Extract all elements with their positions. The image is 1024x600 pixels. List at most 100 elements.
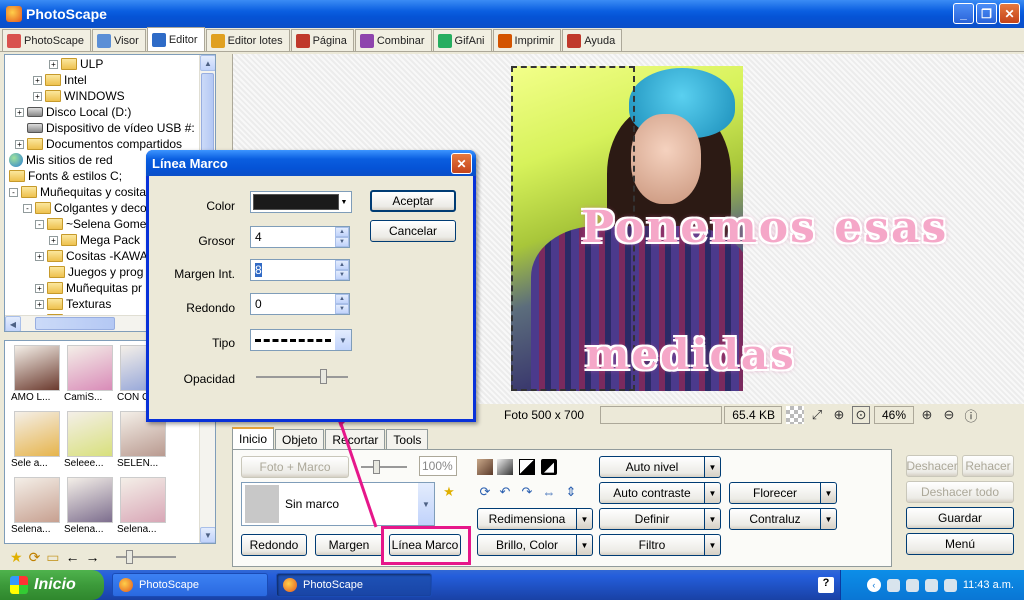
back-arrow-icon[interactable]: ← xyxy=(66,549,80,565)
rotate-icon[interactable]: ⟳ xyxy=(477,484,493,500)
tab-combinar[interactable]: Combinar xyxy=(354,29,432,51)
flip-vertical-icon[interactable]: ⇕ xyxy=(563,484,579,500)
tree-item[interactable]: + Muñequitas pr xyxy=(35,280,142,296)
start-button[interactable]: Inicio xyxy=(0,570,104,600)
chevron-down-icon[interactable]: ▼ xyxy=(705,508,721,530)
redondo-button[interactable]: Redondo xyxy=(241,534,307,556)
grosor-spinner[interactable]: 4 ▲ ▼ xyxy=(250,226,350,248)
chevron-down-icon[interactable]: ▼ xyxy=(705,456,721,478)
chevron-down-icon[interactable]: ▼ xyxy=(821,508,837,530)
chevron-down-icon[interactable]: ▼ xyxy=(418,483,434,525)
tree-item[interactable]: + ULP xyxy=(49,56,103,72)
folder-open-icon[interactable]: ▭ xyxy=(46,549,59,566)
taskbar-item-photoscape-1[interactable]: PhotoScape xyxy=(112,573,268,597)
chevron-down-icon[interactable]: ▼ xyxy=(821,482,837,504)
tree-item[interactable]: + Disco Local (D:) xyxy=(15,104,131,120)
spin-down-icon[interactable]: ▼ xyxy=(335,237,349,247)
scroll-thumb-h[interactable] xyxy=(35,317,115,330)
rotate-right-icon[interactable]: ↷ xyxy=(519,484,535,500)
tree-item[interactable]: - Muñequitas y cositas xyxy=(9,184,152,200)
spin-up-icon[interactable]: ▲ xyxy=(335,294,349,304)
star-icon[interactable]: ★ xyxy=(10,549,23,566)
black-white-icon[interactable] xyxy=(519,459,535,475)
spin-up-icon[interactable]: ▲ xyxy=(335,260,349,270)
brillo-color-dropdown[interactable]: Brillo, Color ▼ xyxy=(477,534,593,556)
tree-item[interactable]: + Intel xyxy=(33,72,87,88)
expand-icon[interactable]: + xyxy=(49,235,58,245)
menu-button[interactable]: Menú xyxy=(906,533,1014,555)
tree-item[interactable]: - ~Selena Gome xyxy=(35,216,146,232)
chevron-down-icon[interactable]: ▼ xyxy=(705,534,721,556)
expand-icon[interactable]: + xyxy=(15,107,24,117)
frame-zoom-value[interactable]: 100% xyxy=(419,456,457,476)
volume-icon[interactable] xyxy=(905,578,919,592)
collapse-icon[interactable]: - xyxy=(23,203,32,213)
margen-button[interactable]: Margen xyxy=(315,534,383,556)
margen-int-spinner[interactable]: 8 ▲ ▼ xyxy=(250,259,350,281)
editor-tab-inicio[interactable]: Inicio xyxy=(232,427,275,449)
thumbnail-item[interactable]: CamiS... xyxy=(64,345,116,405)
rotate-left-icon[interactable]: ↶ xyxy=(497,484,513,500)
tab-editor-lotes[interactable]: Editor lotes xyxy=(205,29,290,51)
auto-nivel-dropdown[interactable]: Auto nivel ▼ xyxy=(599,456,721,478)
thumbnail-item[interactable]: Selena... xyxy=(11,477,63,537)
tab-photoscape[interactable]: PhotoScape xyxy=(2,29,91,51)
redondo-value[interactable]: 0 xyxy=(251,297,335,311)
zoom-in-icon[interactable]: ⊕ xyxy=(918,406,936,424)
antivirus-icon[interactable] xyxy=(943,578,957,592)
color-picker[interactable]: ▼ xyxy=(250,191,352,213)
auto-nivel-label[interactable]: Auto nivel xyxy=(599,456,705,478)
expand-icon[interactable]: + xyxy=(35,251,44,261)
save-button[interactable]: Guardar xyxy=(906,507,1014,529)
scroll-thumb[interactable] xyxy=(201,73,214,153)
filtro-dropdown[interactable]: Filtro ▼ xyxy=(599,534,721,556)
expand-icon[interactable]: + xyxy=(35,299,44,309)
dialog-close-button[interactable]: ✕ xyxy=(451,153,472,174)
tab-página[interactable]: Página xyxy=(290,29,354,51)
contraluz-label[interactable]: Contraluz xyxy=(729,508,821,530)
tree-item[interactable]: + Cositas -KAWA xyxy=(35,248,148,264)
star-icon[interactable]: ★ xyxy=(441,484,457,500)
thumb-size-slider[interactable] xyxy=(115,550,176,564)
security-icon[interactable] xyxy=(924,578,938,592)
filtro-label[interactable]: Filtro xyxy=(599,534,705,556)
actual-size-icon[interactable]: ⊕ xyxy=(830,406,848,424)
clock[interactable]: 11:43 a.m. xyxy=(963,579,1014,591)
brillo-color-label[interactable]: Brillo, Color xyxy=(477,534,577,556)
transparency-icon[interactable] xyxy=(786,406,804,424)
zoom-fit-icon[interactable]: ⊙ xyxy=(852,406,870,424)
contraluz-dropdown[interactable]: Contraluz ▼ xyxy=(729,508,837,530)
grayscale-icon[interactable] xyxy=(497,459,513,475)
sepia-icon[interactable] xyxy=(477,459,493,475)
tree-item[interactable]: Juegos y prog xyxy=(49,264,143,280)
help-icon[interactable]: ? xyxy=(818,577,834,593)
accept-button[interactable]: Aceptar xyxy=(370,190,456,212)
scroll-up-icon[interactable]: ▲ xyxy=(200,55,215,71)
margen-int-value[interactable]: 8 xyxy=(251,263,335,277)
expand-icon[interactable]: + xyxy=(15,139,24,149)
spin-down-icon[interactable]: ▼ xyxy=(335,270,349,280)
chevron-down-icon[interactable]: ▼ xyxy=(577,508,593,530)
florecer-dropdown[interactable]: Florecer ▼ xyxy=(729,482,837,504)
thumb-size-slider-handle[interactable] xyxy=(125,550,133,564)
chevron-down-icon[interactable]: ▼ xyxy=(335,330,351,350)
tree-item[interactable]: + WINDOWS xyxy=(33,88,125,104)
auto-contraste-label[interactable]: Auto contraste xyxy=(599,482,705,504)
expand-icon[interactable]: + xyxy=(33,91,42,101)
line-type-select[interactable]: ▼ xyxy=(250,329,352,351)
chevron-down-icon[interactable]: ▼ xyxy=(339,199,349,206)
tab-imprimir[interactable]: Imprimir xyxy=(492,29,562,51)
grosor-value[interactable]: 4 xyxy=(251,230,335,244)
cancel-button[interactable]: Cancelar xyxy=(370,220,456,242)
thumbnail-item[interactable]: AMO L... xyxy=(11,345,63,405)
tab-editor[interactable]: Editor xyxy=(146,27,205,51)
florecer-label[interactable]: Florecer xyxy=(729,482,821,504)
flip-horizontal-icon[interactable]: ⇔ xyxy=(541,484,557,500)
info-icon[interactable]: ⓘ xyxy=(962,406,980,424)
chevron-down-icon[interactable]: ▼ xyxy=(577,534,593,556)
collapse-icon[interactable]: - xyxy=(35,219,44,229)
thumbnail-item[interactable]: Sele a... xyxy=(11,411,63,471)
editor-tab-objeto[interactable]: Objeto xyxy=(275,429,325,449)
fit-window-icon[interactable]: ⤢ xyxy=(808,406,826,424)
expand-icon[interactable]: + xyxy=(49,59,58,69)
